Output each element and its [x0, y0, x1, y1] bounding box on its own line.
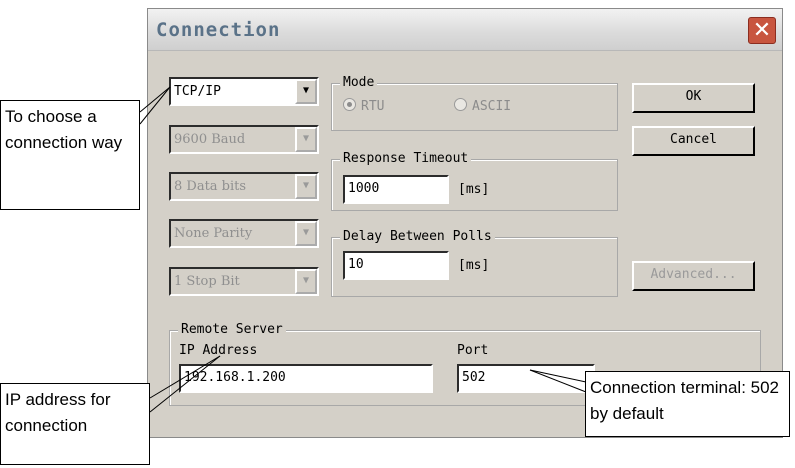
ip-pointer [149, 355, 221, 413]
ip-pointer [149, 355, 221, 399]
annotation-ip-address: IP address for connection [0, 383, 150, 465]
annotation-port: Connection terminal: 502 by default [585, 371, 790, 437]
annotation-connection-way: To choose a connection way [0, 100, 140, 210]
connection-way-pointer [139, 86, 171, 113]
port-pointer [529, 369, 587, 393]
port-pointer [529, 369, 587, 383]
connection-way-pointer [139, 86, 171, 125]
